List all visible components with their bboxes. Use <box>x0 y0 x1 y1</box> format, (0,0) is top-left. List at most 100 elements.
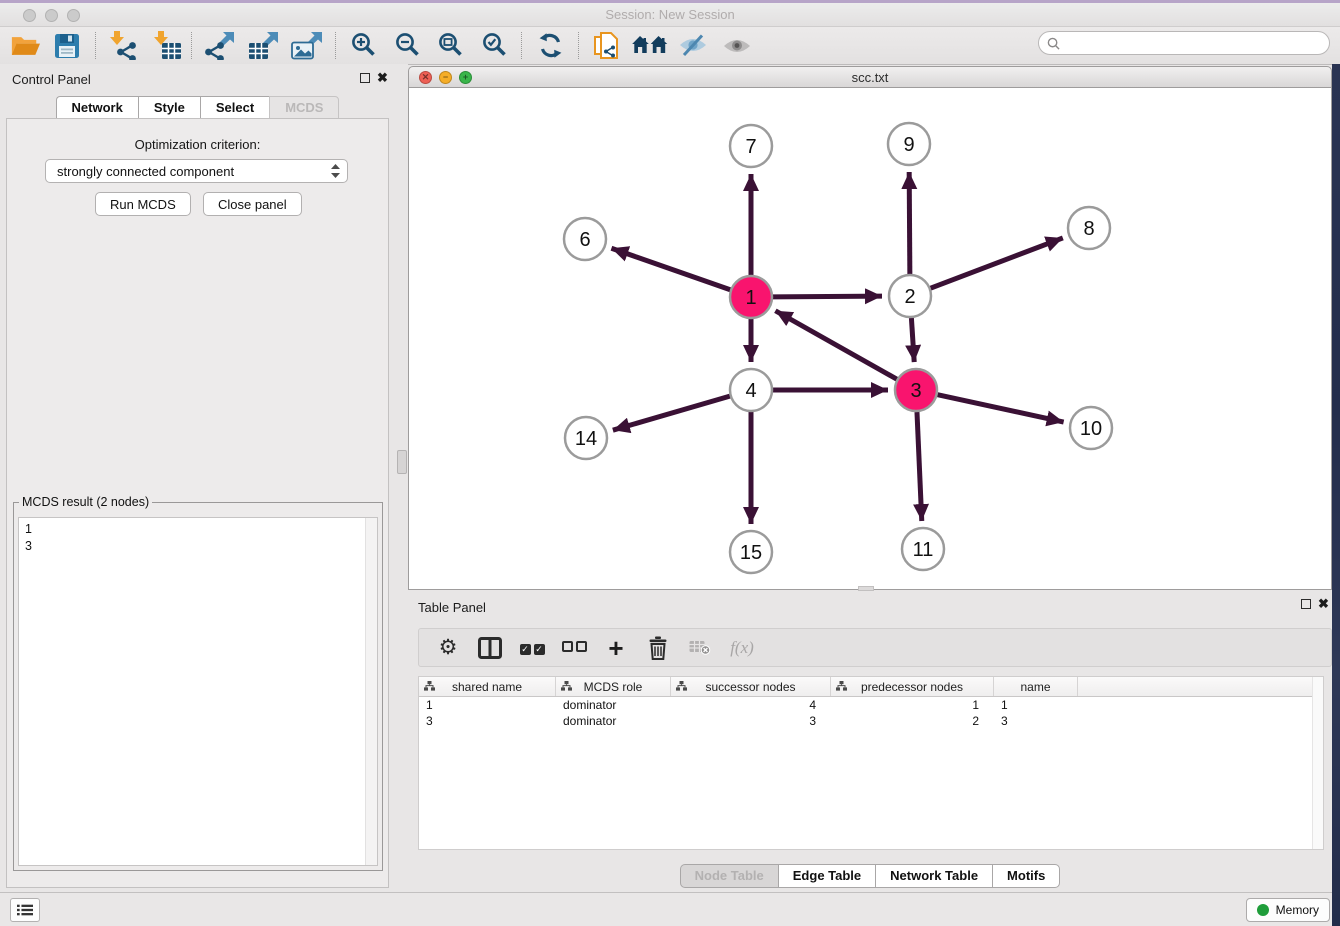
search-box[interactable] <box>1038 31 1330 55</box>
zoom-fit-button[interactable] <box>431 30 469 61</box>
float-panel-icon[interactable] <box>360 73 370 83</box>
split-columns-button[interactable] <box>477 633 503 663</box>
hierarchy-icon <box>424 681 435 691</box>
cell-predecessor-nodes[interactable]: 2 <box>831 713 994 729</box>
zoom-selected-button[interactable] <box>475 30 513 61</box>
memory-label: Memory <box>1276 903 1319 917</box>
export-table-button[interactable] <box>244 30 282 61</box>
svg-text:9: 9 <box>903 134 914 156</box>
graph-node-9[interactable]: 9 <box>888 123 930 165</box>
export-network-button[interactable] <box>200 30 238 61</box>
cell-mcds-role[interactable]: dominator <box>556 713 671 729</box>
graph-node-2[interactable]: 2 <box>889 275 931 317</box>
graph-node-3[interactable]: 3 <box>895 369 937 411</box>
network-canvas[interactable]: 7 9 6 8 1 2 4 3 14 10 15 11 <box>408 88 1332 590</box>
graph-node-11[interactable]: 11 <box>902 528 944 570</box>
tab-mcds[interactable]: MCDS <box>269 96 339 119</box>
network-window-titlebar[interactable]: ✕ − + scc.txt <box>408 66 1332 88</box>
import-network-button[interactable] <box>104 30 142 61</box>
criterion-select[interactable]: strongly connected component <box>45 159 348 183</box>
graph-edge-3-10[interactable] <box>937 395 1063 422</box>
graph-edge-2-8[interactable] <box>931 238 1063 288</box>
cell-shared-name[interactable]: 1 <box>419 697 556 713</box>
column-header-name[interactable]: name <box>994 677 1078 696</box>
panel-splitter[interactable] <box>395 64 408 892</box>
delete-table-button[interactable] <box>687 633 713 663</box>
graph-node-8[interactable]: 8 <box>1068 207 1110 249</box>
refresh-icon <box>537 32 564 59</box>
cell-predecessor-nodes[interactable]: 1 <box>831 697 994 713</box>
optimization-criterion-label: Optimization criterion: <box>7 137 388 152</box>
cell-successor-nodes[interactable]: 3 <box>671 713 831 729</box>
save-session-button[interactable] <box>48 30 86 61</box>
function-builder-button[interactable]: f(x) <box>729 633 755 663</box>
open-session-button[interactable] <box>6 30 44 61</box>
tab-node-table[interactable]: Node Table <box>680 864 778 888</box>
graph-node-4[interactable]: 4 <box>730 369 772 411</box>
canvas-resize-handle[interactable] <box>858 586 874 591</box>
graph-node-10[interactable]: 10 <box>1070 407 1112 449</box>
tab-edge-table[interactable]: Edge Table <box>778 864 875 888</box>
graph-node-7[interactable]: 7 <box>730 125 772 167</box>
table-close-icon[interactable]: ✖ <box>1318 596 1329 612</box>
table-row[interactable]: 3 dominator 3 2 3 <box>419 713 1323 729</box>
graph-node-15[interactable]: 15 <box>730 531 772 573</box>
graph-svg[interactable]: 7 9 6 8 1 2 4 3 14 10 15 11 <box>409 88 1331 588</box>
tab-select[interactable]: Select <box>200 96 269 119</box>
cell-name[interactable]: 3 <box>994 713 1078 729</box>
column-header-mcds-role[interactable]: MCDS role <box>556 677 671 696</box>
graph-node-1[interactable]: 1 <box>730 276 772 318</box>
table-toolbar: ⚙ ✓✓ <box>418 628 1332 667</box>
import-table-button[interactable] <box>148 30 186 61</box>
export-image-button[interactable] <box>288 30 326 61</box>
zoom-out-button[interactable] <box>388 30 426 61</box>
memory-button[interactable]: Memory <box>1246 898 1330 922</box>
task-history-button[interactable] <box>10 898 40 922</box>
main-titlebar[interactable]: Session: New Session <box>0 3 1340 27</box>
cell-mcds-role[interactable]: dominator <box>556 697 671 713</box>
column-header-predecessor-nodes[interactable]: predecessor nodes <box>831 677 994 696</box>
select-all-button[interactable]: ✓✓ <box>519 633 545 663</box>
zoom-in-button[interactable] <box>344 30 382 61</box>
deselect-all-button[interactable] <box>561 633 587 663</box>
table-float-icon[interactable] <box>1301 599 1311 609</box>
cell-name[interactable]: 1 <box>994 697 1078 713</box>
result-scrollbar[interactable] <box>365 518 377 865</box>
graph-edge-3-1[interactable] <box>775 311 896 379</box>
search-input[interactable] <box>1065 35 1329 51</box>
graph-edge-4-14[interactable] <box>613 396 730 430</box>
add-row-button[interactable]: + <box>603 633 629 663</box>
graph-node-14[interactable]: 14 <box>565 417 607 459</box>
tab-style[interactable]: Style <box>138 96 200 119</box>
graph-edge-1-6[interactable] <box>611 248 730 290</box>
fx-icon: f(x) <box>730 638 754 658</box>
tab-network[interactable]: Network <box>56 96 138 119</box>
apply-layout-button[interactable] <box>531 30 569 61</box>
tab-motifs[interactable]: Motifs <box>992 864 1060 888</box>
svg-text:6: 6 <box>579 229 590 251</box>
graph-edge-3-11[interactable] <box>917 412 922 521</box>
graph-edge-1-2[interactable] <box>773 296 882 297</box>
table-panel-title: Table Panel <box>418 600 486 615</box>
graph-edge-2-9[interactable] <box>909 172 910 274</box>
close-panel-icon[interactable]: ✖ <box>377 70 388 86</box>
graph-node-6[interactable]: 6 <box>564 218 606 260</box>
run-mcds-button[interactable]: Run MCDS <box>95 192 191 216</box>
first-neighbors-button[interactable] <box>630 30 668 61</box>
cell-successor-nodes[interactable]: 4 <box>671 697 831 713</box>
delete-row-button[interactable] <box>645 633 671 663</box>
cell-shared-name[interactable]: 3 <box>419 713 556 729</box>
close-panel-button[interactable]: Close panel <box>203 192 302 216</box>
table-row[interactable]: 1 dominator 4 1 1 <box>419 697 1323 713</box>
table-settings-button[interactable]: ⚙ <box>435 633 461 663</box>
mcds-result-list[interactable]: 1 3 <box>18 517 378 866</box>
table-scrollbar[interactable] <box>1312 677 1323 849</box>
column-header-successor-nodes[interactable]: successor nodes <box>671 677 831 696</box>
show-all-button[interactable] <box>718 30 756 61</box>
column-header-shared-name[interactable]: shared name <box>419 677 556 696</box>
splitter-handle-icon[interactable] <box>397 450 407 474</box>
tab-network-table[interactable]: Network Table <box>875 864 992 888</box>
graph-edge-2-3[interactable] <box>911 318 914 362</box>
clone-network-button[interactable] <box>587 30 625 61</box>
hide-selected-button[interactable] <box>674 30 712 61</box>
